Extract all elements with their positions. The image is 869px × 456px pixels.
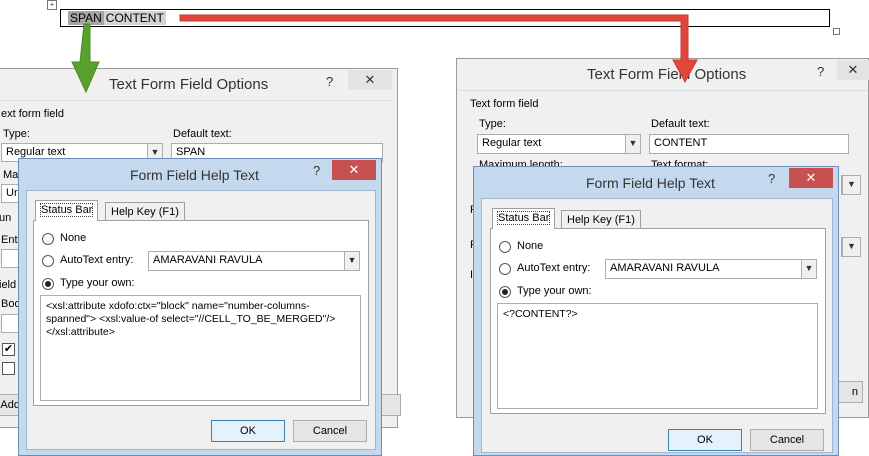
right-tab-status-bar[interactable]: Status Bar <box>492 208 556 229</box>
green-arrow-icon <box>71 23 100 94</box>
left-tab-status-bar[interactable]: Status Bar <box>35 200 99 221</box>
red-arrow-icon <box>179 14 698 84</box>
annotation-arrows <box>71 14 698 94</box>
